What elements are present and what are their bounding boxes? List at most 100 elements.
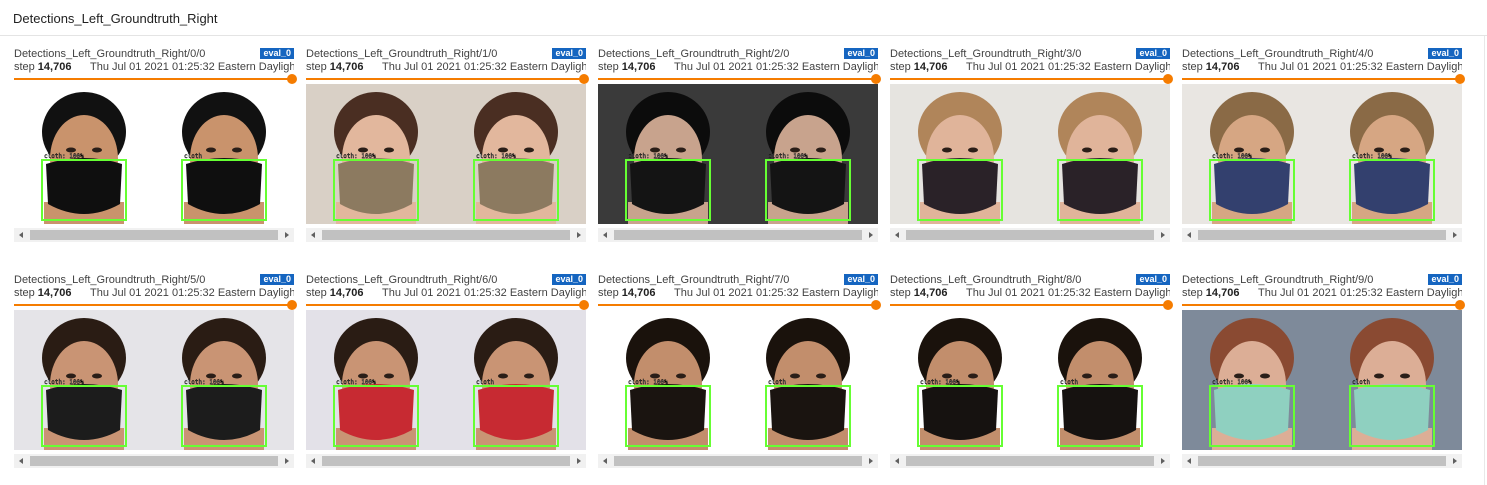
bbox-label: cloth: 100% xyxy=(1352,153,1392,160)
step-slider-track[interactable] xyxy=(890,78,1166,80)
eye-left xyxy=(1082,373,1092,379)
eye-right xyxy=(92,147,102,153)
step-value: 14,706 xyxy=(329,61,364,73)
bbox-label: cloth xyxy=(476,379,494,386)
scrollbar-thumb[interactable] xyxy=(614,456,862,466)
bbox-label: cloth xyxy=(184,153,202,160)
triangle-left-icon[interactable] xyxy=(600,230,610,240)
step-slider-thumb[interactable] xyxy=(579,300,589,310)
image-card-0: Detections_Left_Groundtruth_Right/0/0 ev… xyxy=(14,46,297,246)
eye-left xyxy=(790,373,800,379)
horizontal-scrollbar[interactable] xyxy=(598,228,878,242)
run-badge: eval_0 xyxy=(260,48,294,59)
horizontal-scrollbar[interactable] xyxy=(306,454,586,468)
eye-right xyxy=(384,373,394,379)
step-slider-track[interactable] xyxy=(890,304,1166,306)
triangle-right-icon[interactable] xyxy=(1158,456,1168,466)
triangle-left-icon[interactable] xyxy=(16,456,26,466)
mask-shape xyxy=(1354,158,1430,214)
eye-right xyxy=(676,373,686,379)
card-title: Detections_Left_Groundtruth_Right/5/0 xyxy=(14,274,206,286)
step-slider-track[interactable] xyxy=(598,304,874,306)
step-slider-track[interactable] xyxy=(1182,78,1458,80)
mask-shape xyxy=(770,158,846,214)
step-slider-thumb[interactable] xyxy=(1163,300,1173,310)
step-info: step 14,706 Thu Jul 01 2021 01:25:32 East… xyxy=(598,61,878,75)
step-slider-thumb[interactable] xyxy=(287,74,297,84)
horizontal-scrollbar[interactable] xyxy=(14,228,294,242)
step-slider-thumb[interactable] xyxy=(871,74,881,84)
detection-image: cloth: 100% cloth xyxy=(598,310,878,450)
card-title: Detections_Left_Groundtruth_Right/4/0 xyxy=(1182,48,1374,60)
step-slider-thumb[interactable] xyxy=(1455,300,1465,310)
scrollbar-thumb[interactable] xyxy=(1198,230,1446,240)
horizontal-scrollbar[interactable] xyxy=(598,454,878,468)
horizontal-scrollbar[interactable] xyxy=(890,454,1170,468)
triangle-right-icon[interactable] xyxy=(574,230,584,240)
scrollbar-thumb[interactable] xyxy=(614,230,862,240)
triangle-left-icon[interactable] xyxy=(892,456,902,466)
step-value: 14,706 xyxy=(621,61,656,73)
detection-image: cloth: 100% cloth: 100% xyxy=(1182,84,1462,224)
triangle-left-icon[interactable] xyxy=(308,230,318,240)
eye-left xyxy=(942,373,952,379)
horizontal-scrollbar[interactable] xyxy=(1182,228,1462,242)
mask-shape xyxy=(186,384,262,440)
triangle-right-icon[interactable] xyxy=(1158,230,1168,240)
run-badge: eval_0 xyxy=(1428,48,1462,59)
step-slider-track[interactable] xyxy=(306,304,582,306)
eye-right xyxy=(384,147,394,153)
triangle-left-icon[interactable] xyxy=(308,456,318,466)
step-info: step 14,706 Thu Jul 01 2021 01:25:32 East… xyxy=(1182,287,1462,301)
triangle-right-icon[interactable] xyxy=(282,456,292,466)
triangle-left-icon[interactable] xyxy=(600,456,610,466)
triangle-right-icon[interactable] xyxy=(282,230,292,240)
triangle-left-icon[interactable] xyxy=(1184,230,1194,240)
eye-left xyxy=(498,147,508,153)
triangle-left-icon[interactable] xyxy=(1184,456,1194,466)
step-slider-thumb[interactable] xyxy=(1163,74,1173,84)
scrollbar-thumb[interactable] xyxy=(906,456,1154,466)
triangle-right-icon[interactable] xyxy=(866,230,876,240)
scrollbar-thumb[interactable] xyxy=(1198,456,1446,466)
step-slider-thumb[interactable] xyxy=(1455,74,1465,84)
step-slider-track[interactable] xyxy=(306,78,582,80)
triangle-right-icon[interactable] xyxy=(574,456,584,466)
step-info: step 14,706 Thu Jul 01 2021 01:25:32 East… xyxy=(890,287,1170,301)
card-title: Detections_Left_Groundtruth_Right/9/0 xyxy=(1182,274,1374,286)
scrollbar-thumb[interactable] xyxy=(30,230,278,240)
triangle-right-icon[interactable] xyxy=(1450,230,1460,240)
triangle-left-icon[interactable] xyxy=(892,230,902,240)
mask-shape xyxy=(1354,384,1430,440)
step-info: step 14,706 Thu Jul 01 2021 01:25:32 East… xyxy=(306,61,586,75)
image-card-2: Detections_Left_Groundtruth_Right/2/0 ev… xyxy=(598,46,881,246)
scrollbar-thumb[interactable] xyxy=(322,230,570,240)
step-slider-track[interactable] xyxy=(14,78,290,80)
scrollbar-thumb[interactable] xyxy=(322,456,570,466)
section-title: Detections_Left_Groundtruth_Right xyxy=(13,11,218,26)
run-badge: eval_0 xyxy=(1428,274,1462,285)
scrollbar-thumb[interactable] xyxy=(906,230,1154,240)
image-card-4: Detections_Left_Groundtruth_Right/4/0 ev… xyxy=(1182,46,1465,246)
step-slider-track[interactable] xyxy=(14,304,290,306)
horizontal-scrollbar[interactable] xyxy=(890,228,1170,242)
horizontal-scrollbar[interactable] xyxy=(306,228,586,242)
step-slider-thumb[interactable] xyxy=(579,74,589,84)
wall-time: Thu Jul 01 2021 01:25:32 Eastern Dayligh… xyxy=(966,61,1170,73)
run-badge: eval_0 xyxy=(844,274,878,285)
step-slider-track[interactable] xyxy=(598,78,874,80)
triangle-right-icon[interactable] xyxy=(1450,456,1460,466)
triangle-right-icon[interactable] xyxy=(866,456,876,466)
wall-time: Thu Jul 01 2021 01:25:32 Eastern Dayligh… xyxy=(674,61,878,73)
triangle-left-icon[interactable] xyxy=(16,230,26,240)
run-badge: eval_0 xyxy=(1136,48,1170,59)
scrollbar-thumb[interactable] xyxy=(30,456,278,466)
card-title: Detections_Left_Groundtruth_Right/7/0 xyxy=(598,274,790,286)
horizontal-scrollbar[interactable] xyxy=(14,454,294,468)
step-info: step 14,706 Thu Jul 01 2021 01:25:32 East… xyxy=(306,287,586,301)
horizontal-scrollbar[interactable] xyxy=(1182,454,1462,468)
step-slider-track[interactable] xyxy=(1182,304,1458,306)
step-slider-thumb[interactable] xyxy=(287,300,297,310)
bbox-label: cloth: 100% xyxy=(920,379,960,386)
step-slider-thumb[interactable] xyxy=(871,300,881,310)
